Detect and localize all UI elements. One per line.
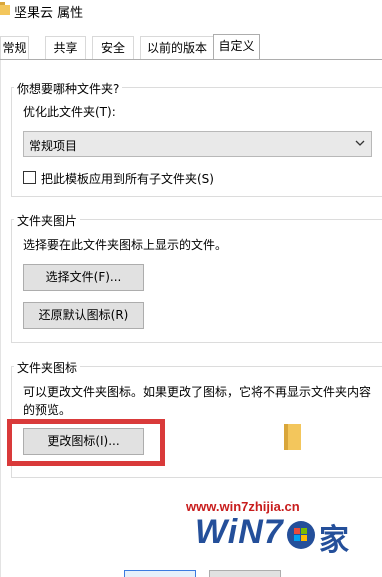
tab-general[interactable]: 常规 [0,36,29,60]
highlight-box [7,419,165,466]
restore-default-button[interactable]: 还原默认图标(R) [23,302,144,329]
tab-sharing[interactable]: 共享 [45,36,86,60]
tab-previous-versions[interactable]: 以前的版本 [140,36,214,60]
folder-pictures-description: 选择要在此文件夹图标上显示的文件。 [23,238,228,252]
folder-icon [0,2,10,16]
title-bar: 坚果云 属性 [0,0,382,24]
watermark-logo: WiN7 家 [195,513,365,563]
folder-icons-heading: 文件夹图标 [14,359,81,376]
optimize-select[interactable]: 常规项目 [23,131,372,157]
optimize-select-value: 常规项目 [29,139,78,153]
windows-logo-icon [287,521,315,549]
folder-icons-description-line2: 的预览。 [23,403,72,417]
folder-icons-description-line1: 可以更改文件夹图标。如果更改了图标，它将不再显示文件夹内容 [23,385,372,399]
apply-all-checkbox[interactable] [23,171,36,184]
watermark-url: www.win7zhijia.cn [186,499,300,514]
window-title: 坚果云 属性 [14,6,84,21]
folder-type-heading: 你想要哪种文件夹? [14,80,123,97]
ok-button[interactable] [124,570,196,577]
watermark-logo-text: WiN7 [195,513,284,551]
watermark-logo-suffix: 家 [319,523,349,558]
cancel-button[interactable] [209,570,281,577]
apply-all-label[interactable]: 把此模板应用到所有子文件夹(S) [41,170,214,187]
choose-file-button[interactable]: 选择文件(F)... [23,264,144,291]
folder-preview-icon [284,424,301,450]
optimize-label: 优化此文件夹(T): [23,105,116,119]
chevron-down-icon [355,140,365,146]
folder-pictures-heading: 文件夹图片 [14,212,81,229]
tab-customize[interactable]: 自定义 [213,34,260,60]
tab-security[interactable]: 安全 [92,36,134,60]
tab-strip: 常规 共享 安全 以前的版本 自定义 [0,34,382,60]
